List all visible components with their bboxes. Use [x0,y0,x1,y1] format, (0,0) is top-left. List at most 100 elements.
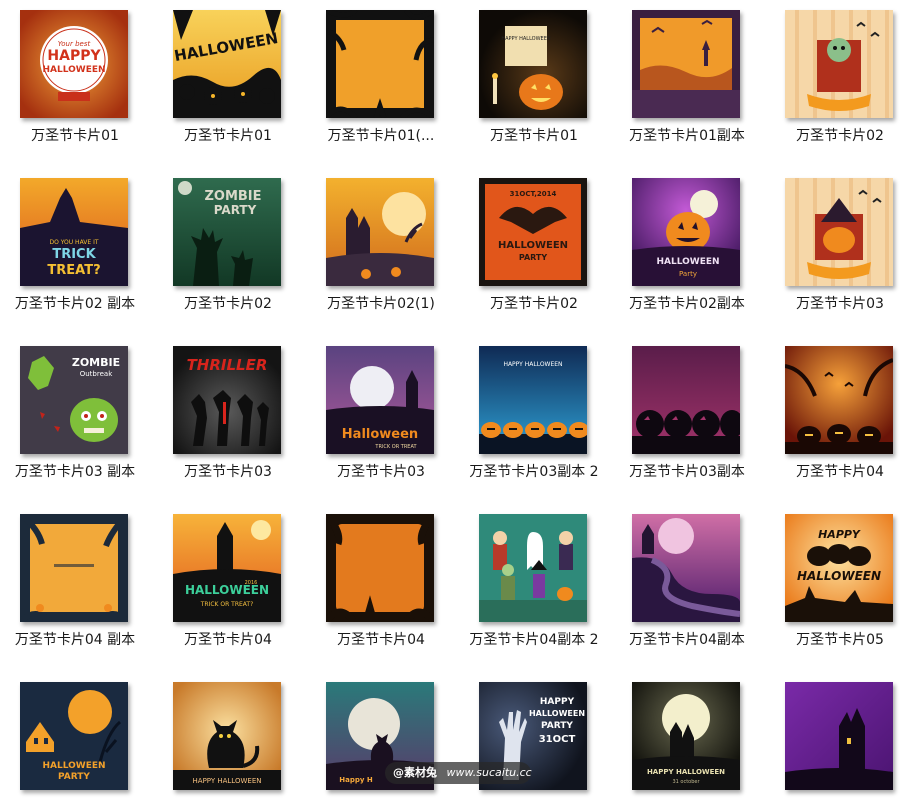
file-thumbnail[interactable]: HAPPY HALLOWEEN 31 october [632,682,740,790]
file-item[interactable]: 万圣节卡片03副本 [612,336,762,504]
file-name: 万圣节卡片04 [796,464,884,480]
file-thumbnail[interactable] [785,682,893,790]
file-name: 万圣节卡片01 [184,128,272,144]
file-item[interactable]: 万圣节卡片02 [765,0,914,168]
file-thumbnail[interactable] [326,178,434,286]
file-thumbnail[interactable]: HAPPY HALLOWEEN [173,682,281,790]
file-thumbnail[interactable]: HALLOWEEN PARTY [20,682,128,790]
thumb-text: PARTY [58,772,90,782]
thumb-text: Happy H [339,776,373,784]
file-thumbnail[interactable] [632,346,740,454]
file-item[interactable]: 万圣节卡片04副本 2 [459,504,609,672]
file-item[interactable]: 万圣节卡片01(... [306,0,456,168]
file-thumbnail[interactable]: DO YOU HAVE IT TRICK TREAT? [20,178,128,286]
file-thumbnail[interactable]: Your best HAPPY HALLOWEEN [20,10,128,118]
file-thumbnail[interactable] [785,178,893,286]
file-name: 万圣节卡片02 [184,296,272,312]
file-name: 万圣节卡片03 [184,464,272,480]
file-thumbnail[interactable]: 31OCT,2014 HALLOWEEN PARTY [479,178,587,286]
file-name: 万圣节卡片02 [796,128,884,144]
file-thumbnail[interactable]: Halloween TRICK OR TREAT [326,346,434,454]
file-item[interactable]: ZOMBIE PARTY 万圣节卡片02 [153,168,303,336]
file-item[interactable]: THRILLER 万圣节卡片03 [153,336,303,504]
thumb-text: DO YOU HAVE IT [49,239,98,246]
file-thumbnail[interactable]: HAPPY HALLOWEEN [479,10,587,118]
file-item[interactable]: 万圣节卡片01副本 [612,0,762,168]
file-item[interactable]: 31OCT,2014 HALLOWEEN PARTY 万圣节卡片02 [459,168,609,336]
thumb-text: TRICK OR TREAT [374,444,417,450]
file-item[interactable]: 万圣节卡片04副本 [612,504,762,672]
thumb-text: Party [679,270,697,278]
file-thumbnail[interactable]: HAPPY HALLOWEEN [785,514,893,622]
thumb-text: HALLOWEEN [529,709,585,718]
file-item[interactable]: HALLOWEEN PARTY [0,672,150,800]
file-item[interactable]: DO YOU HAVE IT TRICK TREAT? 万圣节卡片02 副本 [0,168,150,336]
thumb-text: HALLOWEEN [656,257,719,267]
file-thumbnail[interactable] [632,10,740,118]
file-name: 万圣节卡片01 [490,128,578,144]
thumb-text: ZOMBIE [72,356,120,369]
thumb-text: PARTY [519,253,548,262]
file-item[interactable]: 万圣节卡片04 [765,336,914,504]
file-name: 万圣节卡片02(1) [327,296,435,312]
file-item[interactable]: HALLOWEEN 万圣节卡片01 [153,0,303,168]
file-item[interactable] [765,672,914,800]
file-name: 万圣节卡片04副本 2 [469,632,599,648]
thumb-text: HALLOWEEN [797,569,881,583]
file-name: 万圣节卡片04 [337,632,425,648]
file-item[interactable]: HAPPY HALLOWEEN 万圣节卡片01 [459,0,609,168]
file-item[interactable]: HAPPY HALLOWEEN [153,672,303,800]
file-item[interactable]: HAPPY HALLOWEEN 31 october [612,672,762,800]
file-name: 万圣节卡片02 副本 [14,296,136,312]
thumb-text: HALLOWEEN [42,65,105,75]
file-item[interactable]: 万圣节卡片02(1) [306,168,456,336]
file-thumbnail[interactable] [479,514,587,622]
file-name: 万圣节卡片05 [796,632,884,648]
file-thumbnail[interactable]: THRILLER [173,346,281,454]
file-name: 万圣节卡片03 副本 [14,464,136,480]
thumb-text: 31OCT [539,734,576,745]
thumb-text: HAPPY HALLOWEEN [501,36,551,42]
thumb-text: Your best [58,40,91,48]
file-grid: Your best HAPPY HALLOWEEN 万圣节卡片01 HALLOW… [0,0,914,800]
thumb-text: HAPPY [818,528,861,541]
file-item[interactable]: HALLOWEEN 2016 TRICK OR TREAT? 万圣节卡片04 [153,504,303,672]
watermark-badge: @素材兔 www.sucaitu.cc [385,762,532,784]
file-thumbnail[interactable] [20,514,128,622]
file-item[interactable]: 万圣节卡片04 [306,504,456,672]
file-thumbnail[interactable] [785,10,893,118]
watermark-logo: @素材兔 [393,766,437,779]
file-item[interactable]: Your best HAPPY HALLOWEEN 万圣节卡片01 [0,0,150,168]
thumb-text: HAPPY HALLOWEEN [503,361,562,368]
file-item[interactable]: HAPPY HALLOWEEN 万圣节卡片03副本 2 [459,336,609,504]
file-thumbnail[interactable] [785,346,893,454]
file-item[interactable]: 万圣节卡片04 副本 [0,504,150,672]
file-thumbnail[interactable] [326,514,434,622]
file-item[interactable]: HALLOWEEN Party 万圣节卡片02副本 [612,168,762,336]
file-name: 万圣节卡片03副本 2 [469,464,599,480]
thumb-text: TRICK OR TREAT? [200,601,254,608]
file-thumbnail[interactable]: ZOMBIE PARTY [173,178,281,286]
file-thumbnail[interactable] [326,10,434,118]
file-thumbnail[interactable]: HALLOWEEN [173,10,281,118]
thumb-text: HALLOWEEN [42,761,105,771]
file-item[interactable]: HAPPY HALLOWEEN 万圣节卡片05 [765,504,914,672]
file-name: 万圣节卡片03 [796,296,884,312]
thumb-text: TRICK [52,247,96,262]
file-item[interactable]: 万圣节卡片03 [765,168,914,336]
file-name: 万圣节卡片03 [337,464,425,480]
file-thumbnail[interactable]: HALLOWEEN 2016 TRICK OR TREAT? [173,514,281,622]
file-thumbnail[interactable] [632,514,740,622]
file-item[interactable]: ZOMBIE Outbreak 万圣节卡片03 副本 [0,336,150,504]
thumb-text: PARTY [541,721,573,731]
file-thumbnail[interactable]: ZOMBIE Outbreak [20,346,128,454]
thumb-text: 2016 [245,580,258,586]
file-name: 万圣节卡片01(... [327,128,435,144]
thumb-text: HAPPY [47,48,101,64]
file-name: 万圣节卡片04 副本 [14,632,136,648]
file-thumbnail[interactable]: HALLOWEEN Party [632,178,740,286]
file-item[interactable]: Halloween TRICK OR TREAT 万圣节卡片03 [306,336,456,504]
thumb-text: HAPPY HALLOWEEN [193,777,262,785]
file-thumbnail[interactable]: HAPPY HALLOWEEN [479,346,587,454]
file-name: 万圣节卡片01副本 [629,128,745,144]
